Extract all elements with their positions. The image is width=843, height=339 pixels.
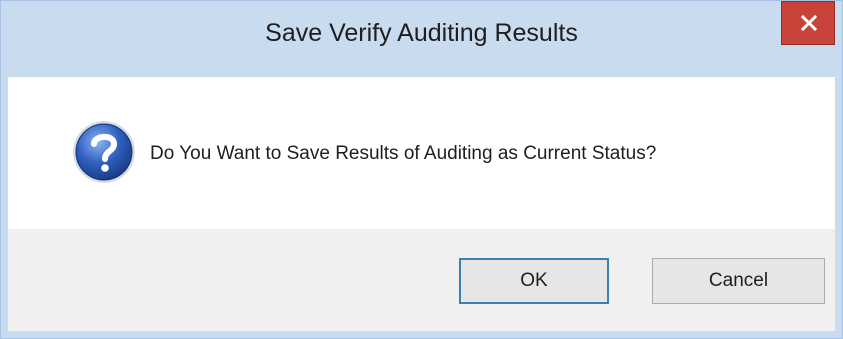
question-icon bbox=[73, 121, 135, 183]
dialog-window: Save Verify Auditing Results Do You Want… bbox=[0, 0, 843, 339]
ok-button[interactable]: OK bbox=[459, 258, 609, 304]
message-area: Do You Want to Save Results of Auditing … bbox=[8, 77, 835, 229]
close-button[interactable] bbox=[781, 1, 835, 45]
dialog-title: Save Verify Auditing Results bbox=[265, 19, 578, 47]
title-bar[interactable]: Save Verify Auditing Results bbox=[1, 1, 842, 77]
cancel-button[interactable]: Cancel bbox=[652, 258, 825, 304]
close-icon bbox=[801, 15, 817, 31]
message-text: Do You Want to Save Results of Auditing … bbox=[150, 143, 657, 164]
dialog-client-area: Do You Want to Save Results of Auditing … bbox=[8, 77, 835, 331]
